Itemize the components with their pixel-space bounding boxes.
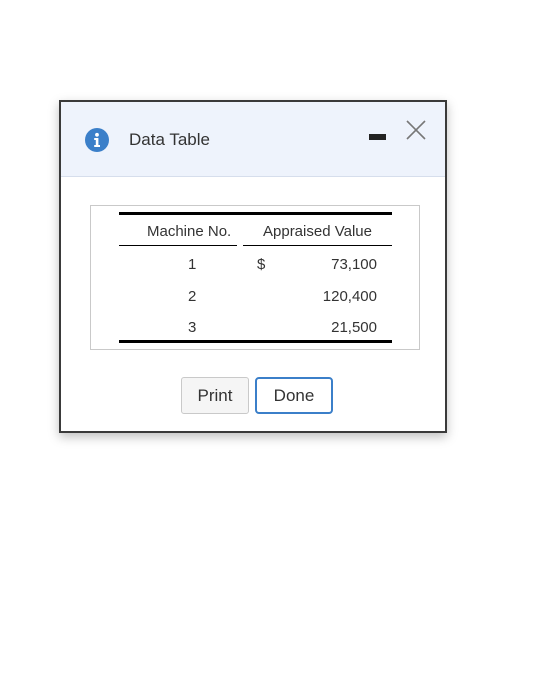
table-cell-machine-no: 3	[188, 319, 197, 336]
table-cell-appraised-value: 21,500	[331, 319, 377, 336]
table-cell-appraised-value: 73,100	[331, 256, 377, 273]
column-header-appraised-value: Appraised Value	[263, 223, 372, 240]
header-underline-machine-no	[119, 245, 237, 246]
table-top-rule	[119, 212, 392, 215]
table-cell-machine-no: 1	[188, 256, 197, 273]
print-button[interactable]: Print	[181, 377, 249, 414]
currency-symbol: $	[257, 256, 266, 273]
table-bottom-rule	[119, 340, 392, 343]
table-cell-machine-no: 2	[188, 288, 197, 305]
dialog-header: Data Table	[61, 102, 445, 177]
column-header-machine-no: Machine No.	[147, 223, 232, 240]
close-icon[interactable]	[405, 119, 427, 141]
header-underline-appraised-value	[243, 245, 392, 246]
data-table-dialog: Data Table Machine No. Appraised Value 1…	[59, 100, 447, 433]
table-cell-appraised-value: 120,400	[322, 288, 377, 305]
done-button[interactable]: Done	[255, 377, 333, 414]
dialog-title: Data Table	[129, 130, 210, 149]
minimize-icon[interactable]	[369, 134, 386, 140]
data-table: Machine No. Appraised Value 1 $ 73,100 2…	[90, 205, 420, 350]
info-icon	[85, 128, 109, 152]
